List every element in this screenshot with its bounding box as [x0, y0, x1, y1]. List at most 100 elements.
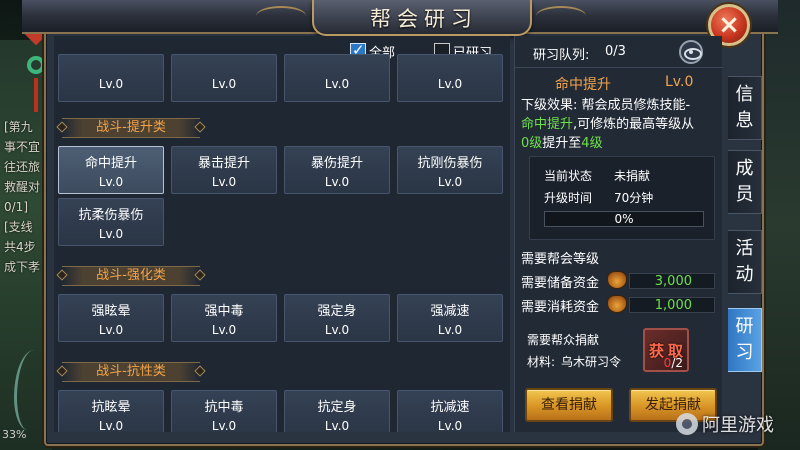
tab-info[interactable]: 信息 — [728, 76, 762, 140]
charm-ornament — [24, 22, 48, 112]
skill-name: 强眩晕 — [91, 304, 131, 319]
skill-card-hit-boost[interactable]: 命中提升 Lv.0 — [58, 146, 164, 194]
selected-skill-level: Lv.0 — [665, 74, 694, 90]
effect-text: 帮会成员修炼技能- — [581, 98, 691, 113]
effect-skill: 命中提升 — [521, 117, 574, 132]
watermark-text: 阿里游戏 — [702, 415, 774, 436]
diamond-ornament-icon — [56, 269, 68, 281]
skill-name: 命中提升 — [84, 156, 137, 171]
consume-funds-bar: 1,000 — [629, 297, 715, 313]
material-item-slot[interactable]: 获取 0/2 — [643, 328, 689, 372]
study-queue-bar: 研习队列: 0/3 — [515, 36, 723, 68]
tassel-icon — [34, 78, 38, 112]
tab-activities[interactable]: 活动 — [728, 230, 762, 294]
effect-from-level: 0级 — [521, 136, 543, 151]
skill-card[interactable]: Lv.0 — [171, 54, 277, 102]
tab-members[interactable]: 成员 — [728, 150, 762, 214]
window-title: 帮会研习 — [370, 7, 478, 31]
section-title: 战斗-抗性类 — [96, 364, 166, 379]
consume-funds-value: 1,000 — [654, 298, 692, 313]
skill-name: 暴伤提升 — [310, 156, 363, 171]
skill-level: Lv.0 — [437, 323, 463, 337]
effect-text: 提升至 — [542, 136, 582, 151]
diamond-ornament-icon — [56, 121, 68, 133]
req-guild-level-label: 需要帮会等级 — [521, 252, 600, 267]
section-title: 战斗-强化类 — [96, 268, 166, 283]
upgrade-status-box: 当前状态 未捐献 升级时间 70分钟 0% — [529, 156, 715, 240]
skill-card[interactable]: Lv.0 — [284, 54, 390, 102]
upgrade-time-value: 70分钟 — [614, 191, 654, 205]
skill-card[interactable]: 抗减速 Lv.0 — [397, 390, 503, 432]
zoom-level: 33% — [2, 428, 27, 441]
tab-study[interactable]: 研习 — [728, 308, 762, 372]
skill-card-crit-damage-boost[interactable]: 暴伤提升 Lv.0 — [284, 146, 390, 194]
skill-detail-panel: 研习队列: 0/3 命中提升 Lv.0 下级效果: 帮会成员修炼技能- 命中提升… — [514, 36, 723, 432]
diamond-ornament-icon — [56, 365, 68, 377]
view-donations-button[interactable]: 查看捐献 — [525, 388, 613, 422]
skill-card[interactable]: 强中毒 Lv.0 — [171, 294, 277, 342]
skill-level: Lv.0 — [324, 77, 350, 91]
background-quest-line: 往还旅 — [4, 160, 41, 174]
skill-level: Lv.0 — [211, 419, 237, 432]
title-plate: 帮会研习 — [312, 0, 532, 36]
skill-name: 抗中毒 — [204, 400, 244, 415]
skill-card[interactable]: 抗眩晕 Lv.0 — [58, 390, 164, 432]
eye-icon[interactable] — [679, 40, 703, 64]
skill-level: Lv.0 — [437, 77, 463, 91]
section-title: 战斗-提升类 — [96, 120, 166, 135]
skill-name: 强定身 — [317, 304, 357, 319]
guild-funds-icon — [607, 271, 627, 289]
background-quest-line: 事不宜 — [4, 140, 41, 154]
skill-card-resist-hard-crit[interactable]: 抗刚伤暴伤 Lv.0 — [397, 146, 503, 194]
skill-level: Lv.0 — [98, 77, 124, 91]
skill-card[interactable]: 抗中毒 Lv.0 — [171, 390, 277, 432]
skill-card-resist-soft-crit[interactable]: 抗柔伤暴伤 Lv.0 — [58, 198, 164, 246]
skill-name: 抗定身 — [317, 400, 357, 415]
status-label: 当前状态 — [544, 169, 593, 183]
skill-card[interactable]: Lv.0 — [58, 54, 164, 102]
title-ornament-left — [256, 6, 306, 26]
skill-level: Lv.0 — [211, 77, 237, 91]
skill-name: 强减速 — [430, 304, 470, 319]
next-level-effect: 下级效果: 帮会成员修炼技能- 命中提升,可修炼的最高等级从 0级提升至4级 — [521, 96, 721, 153]
section-header-combat-enhance: 战斗-强化类 — [56, 266, 206, 286]
background-quest-line: [第九 — [4, 120, 33, 134]
material-label: 材料: — [527, 355, 556, 369]
req-donate-label: 需要帮众捐献 — [527, 333, 600, 347]
material-count: 0/2 — [664, 356, 683, 370]
watermark: 阿里游戏 — [676, 410, 774, 438]
progress-text: 0% — [614, 212, 634, 226]
title-ornament-right — [536, 6, 586, 26]
skill-level: Lv.0 — [324, 323, 350, 337]
skill-level: Lv.0 — [98, 419, 124, 432]
diamond-ornament-icon — [194, 121, 206, 133]
section-header-combat-resist: 战斗-抗性类 — [56, 362, 206, 382]
skill-level: Lv.0 — [98, 175, 124, 189]
req-consume-label: 需要消耗资金 — [521, 300, 600, 315]
skill-card[interactable]: 强减速 Lv.0 — [397, 294, 503, 342]
reserve-funds-bar: 3,000 — [629, 273, 715, 289]
effect-prefix: 下级效果: — [521, 98, 578, 113]
upgrade-time-label: 升级时间 — [544, 191, 593, 205]
skill-list-panel[interactable]: 全部 已研习 Lv.0 Lv.0 Lv.0 Lv.0 战斗-提升类 命中提升 L… — [54, 36, 510, 432]
jade-ring-icon — [27, 56, 45, 74]
diamond-ornament-icon — [194, 365, 206, 377]
skill-level: Lv.0 — [98, 323, 124, 337]
skill-card[interactable]: 抗定身 Lv.0 — [284, 390, 390, 432]
effect-to-level: 4级 — [581, 136, 603, 151]
skill-name: 抗柔伤暴伤 — [78, 208, 144, 223]
queue-label: 研习队列: — [533, 48, 590, 63]
background-quest-line: 共4步 — [4, 240, 36, 254]
skill-name: 暴击提升 — [197, 156, 250, 171]
skill-card[interactable]: 强眩晕 Lv.0 — [58, 294, 164, 342]
skill-card-crit-boost[interactable]: 暴击提升 Lv.0 — [171, 146, 277, 194]
background-quest-line: 救醒对 — [4, 180, 41, 194]
req-reserve-label: 需要储备资金 — [521, 276, 600, 291]
queue-value: 0/3 — [605, 44, 626, 59]
background-quest-line: 成下孝 — [4, 260, 41, 274]
skill-card[interactable]: Lv.0 — [397, 54, 503, 102]
skill-card[interactable]: 强定身 Lv.0 — [284, 294, 390, 342]
effect-text: ,可修炼的最高等级从 — [573, 117, 695, 132]
skill-name: 抗减速 — [430, 400, 470, 415]
status-value: 未捐献 — [614, 169, 651, 183]
